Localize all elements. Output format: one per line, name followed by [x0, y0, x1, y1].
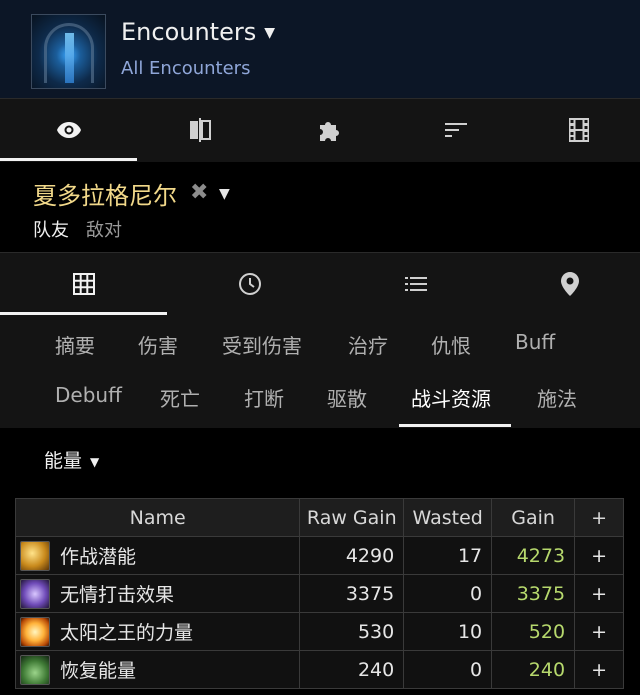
- puzzle-icon: [320, 122, 339, 141]
- tab-healing[interactable]: 治疗: [348, 330, 388, 359]
- expand-row-button[interactable]: +: [574, 612, 624, 651]
- resource-dropdown[interactable]: 能量 ▼: [44, 446, 99, 473]
- tab-eye[interactable]: [0, 99, 137, 161]
- ability-icon: [20, 654, 50, 685]
- gain-value: 520: [491, 612, 576, 651]
- tab-compare[interactable]: [137, 99, 262, 161]
- filter-friendly[interactable]: 队友: [33, 216, 69, 242]
- ability-name[interactable]: 无情打击效果: [60, 580, 174, 607]
- tab-resources[interactable]: 战斗资源: [411, 383, 491, 412]
- expand-row-button[interactable]: +: [574, 650, 624, 689]
- caret-down-icon: ▼: [90, 454, 100, 469]
- expand-row-button[interactable]: +: [574, 574, 624, 613]
- actor-section: 夏多拉格尼尔 ✖ ▼ 队友 敌对: [0, 162, 640, 252]
- encounters-dropdown[interactable]: Encounters ▼: [121, 18, 275, 46]
- top-toolbar: [0, 98, 640, 162]
- caret-down-icon: ▼: [264, 25, 276, 41]
- col-raw-gain[interactable]: Raw Gain: [299, 498, 405, 537]
- compare-icon: [189, 118, 211, 142]
- tab-grid[interactable]: [0, 253, 167, 315]
- ability-icon: [20, 540, 50, 571]
- thumbnail-beam: [65, 33, 74, 83]
- pin-icon: [560, 272, 579, 296]
- table-row[interactable]: 恢复能量 240 0 240 +: [14, 650, 624, 689]
- list-icon: [405, 277, 427, 291]
- resource-label: 能量: [44, 450, 83, 472]
- ability-icon: [20, 616, 50, 647]
- tab-location[interactable]: [499, 253, 640, 315]
- col-name[interactable]: Name: [14, 498, 301, 537]
- active-tab-indicator: [399, 424, 511, 427]
- table-row[interactable]: 无情打击效果 3375 0 3375 +: [14, 574, 624, 613]
- tab-casts[interactable]: 施法: [537, 383, 577, 412]
- raw-gain-value: 530: [299, 612, 405, 651]
- table-row[interactable]: 太阳之王的力量 530 10 520 +: [14, 612, 624, 651]
- sort-icon: [445, 123, 467, 137]
- tab-damage-taken[interactable]: 受到伤害: [222, 330, 302, 359]
- encounters-title: Encounters: [121, 18, 257, 46]
- col-expand[interactable]: +: [574, 498, 624, 537]
- tab-buffs[interactable]: Buff: [515, 330, 555, 354]
- table-header-row: Name Raw Gain Wasted Gain +: [14, 498, 624, 537]
- wasted-value: 17: [403, 536, 493, 575]
- ability-name[interactable]: 太阳之王的力量: [60, 618, 193, 645]
- gain-value: 4273: [491, 536, 576, 575]
- raw-gain-value: 4290: [299, 536, 405, 575]
- raw-gain-value: 240: [299, 650, 405, 689]
- tab-film[interactable]: [518, 99, 640, 161]
- film-icon: [569, 118, 589, 142]
- tab-puzzle[interactable]: [262, 99, 394, 161]
- encounter-thumbnail[interactable]: [31, 14, 106, 89]
- eye-icon: [56, 122, 81, 138]
- tab-debuffs[interactable]: Debuff: [55, 383, 122, 407]
- resource-table: Name Raw Gain Wasted Gain + 作战潜能 4290 17…: [14, 498, 624, 689]
- view-toolbar: [0, 252, 640, 316]
- actor-caret-down-icon[interactable]: ▼: [219, 186, 230, 202]
- tab-deaths[interactable]: 死亡: [160, 383, 200, 412]
- col-wasted[interactable]: Wasted: [403, 498, 493, 537]
- tab-list[interactable]: [333, 253, 499, 315]
- ability-icon: [20, 578, 50, 609]
- table-row[interactable]: 作战潜能 4290 17 4273 +: [14, 536, 624, 575]
- ability-name[interactable]: 作战潜能: [60, 542, 136, 569]
- grid-icon: [72, 273, 95, 295]
- wasted-value: 0: [403, 574, 493, 613]
- filter-enemy[interactable]: 敌对: [86, 216, 122, 242]
- tab-dispels[interactable]: 驱散: [327, 383, 367, 412]
- actor-name[interactable]: 夏多拉格尼尔: [33, 176, 177, 211]
- raw-gain-value: 3375: [299, 574, 405, 613]
- ability-name[interactable]: 恢复能量: [60, 656, 136, 683]
- tab-interrupts[interactable]: 打断: [244, 383, 284, 412]
- col-gain[interactable]: Gain: [491, 498, 576, 537]
- category-tabs: 摘要 伤害 受到伤害 治疗 仇恨 Buff Debuff 死亡 打断 驱散 战斗…: [0, 316, 640, 428]
- tab-summary[interactable]: 摘要: [55, 330, 95, 359]
- wasted-value: 10: [403, 612, 493, 651]
- tab-damage-done[interactable]: 伤害: [138, 330, 178, 359]
- tab-timeline[interactable]: [167, 253, 333, 315]
- gain-value: 3375: [491, 574, 576, 613]
- gain-value: 240: [491, 650, 576, 689]
- expand-row-button[interactable]: +: [574, 536, 624, 575]
- encounter-header: Encounters ▼ All Encounters: [0, 0, 640, 98]
- wasted-value: 0: [403, 650, 493, 689]
- clock-icon: [239, 273, 261, 295]
- tab-threat[interactable]: 仇恨: [431, 330, 471, 359]
- clear-actor-icon[interactable]: ✖: [190, 180, 208, 205]
- tab-sort[interactable]: [394, 99, 518, 161]
- encounter-subtitle[interactable]: All Encounters: [121, 58, 250, 79]
